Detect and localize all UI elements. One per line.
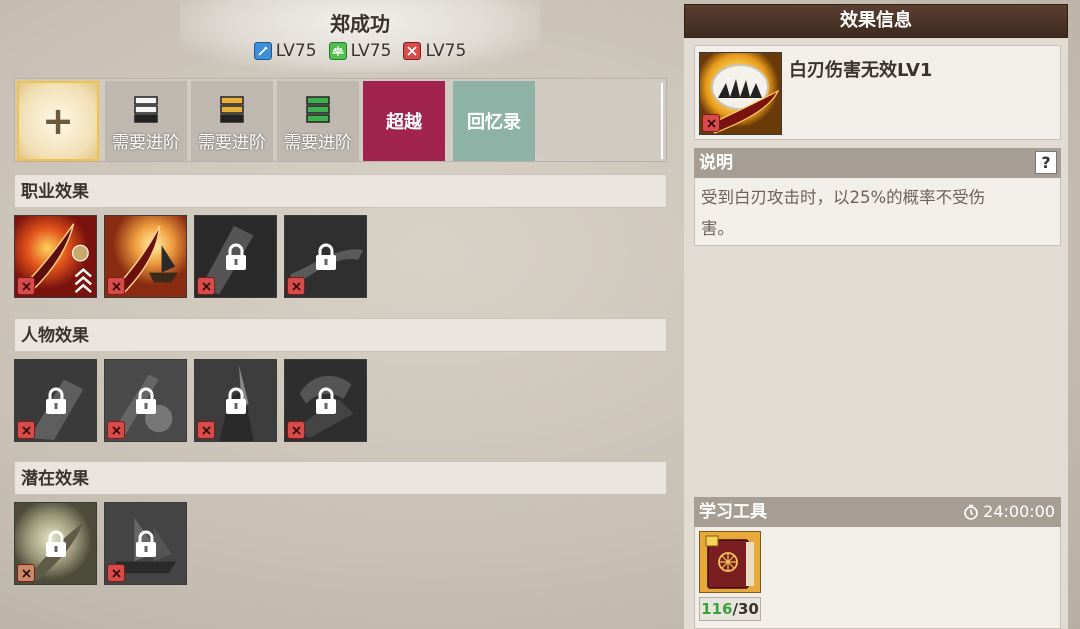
- level-value: LV75: [425, 41, 467, 61]
- crossed-swords-icon: [287, 277, 305, 295]
- advance-slot-3[interactable]: 需要进阶: [277, 81, 359, 161]
- need-advance-label: 需要进阶: [112, 133, 180, 153]
- description-line: 害。: [701, 219, 734, 238]
- character-header: 郑成功 LV75 LV75 LV75: [180, 0, 540, 72]
- lock-icon: [315, 387, 336, 414]
- need-advance-label: 需要进阶: [284, 133, 352, 153]
- skill-slot-job-4-locked[interactable]: [284, 215, 367, 298]
- transcend-label: 超越: [386, 112, 422, 133]
- description-text: 受到白刃攻击时，以25%的概率不受伤 害。: [694, 178, 1061, 246]
- crossed-swords-icon: [17, 564, 35, 582]
- stack-green-icon: [306, 96, 330, 123]
- plus-icon: +: [42, 99, 74, 143]
- timer-value: 24:00:00: [983, 502, 1055, 521]
- description-line: 受到白刃攻击时，以25%的概率不受伤: [701, 188, 986, 207]
- study-tool-item[interactable]: [699, 531, 761, 593]
- description-label: 说明: [699, 153, 733, 173]
- study-tool-label: 学习工具: [699, 502, 767, 522]
- level-crossed-swords: LV75: [403, 41, 466, 61]
- lock-icon: [225, 387, 246, 414]
- crossed-swords-icon: [197, 421, 215, 439]
- effect-info-title: 效果信息: [684, 4, 1068, 38]
- lock-icon: [315, 243, 336, 270]
- skill-slot-job-3-locked[interactable]: [194, 215, 277, 298]
- crossed-swords-icon: [197, 277, 215, 295]
- sword-icon: [253, 42, 272, 60]
- memoir-button[interactable]: 回忆录: [453, 81, 535, 161]
- owned-count: 116: [701, 600, 733, 618]
- advance-slot-1[interactable]: 需要进阶: [105, 81, 187, 161]
- skill-slot-latent-1-locked[interactable]: [14, 502, 97, 585]
- required-count: 30: [737, 600, 759, 618]
- study-tool-header: 学习工具 24:00:00: [694, 497, 1061, 527]
- transcend-button[interactable]: 超越: [363, 81, 445, 161]
- scale-icon: [328, 42, 347, 60]
- need-advance-label: 需要进阶: [198, 133, 266, 153]
- level-value: LV75: [275, 41, 317, 61]
- lock-icon: [45, 387, 66, 414]
- skill-slot-char-2-locked[interactable]: [104, 359, 187, 442]
- skill-slot-char-4-locked[interactable]: [284, 359, 367, 442]
- lock-icon: [135, 530, 156, 557]
- lock-icon: [225, 243, 246, 270]
- lock-icon: [45, 530, 66, 557]
- section-character-effects: 人物效果: [14, 318, 667, 352]
- section-latent-effects: 潜在效果: [14, 461, 667, 495]
- add-slot-button[interactable]: +: [17, 81, 99, 161]
- skill-slot-job-1[interactable]: [14, 215, 97, 298]
- crossed-swords-icon: [17, 421, 35, 439]
- crossed-swords-icon: [702, 114, 720, 132]
- crossed-swords-icon: [107, 277, 125, 295]
- latent-effects-row: [14, 502, 187, 585]
- selected-effect-card: 白刃伤害无效LV1: [694, 45, 1061, 140]
- selected-effect-icon: [699, 52, 782, 135]
- timer: 24:00:00: [963, 497, 1055, 527]
- lock-icon: [135, 387, 156, 414]
- memoir-label: 回忆录: [467, 112, 521, 133]
- advance-button-row: + 需要进阶 需要进阶 需要进阶 超越 回忆录: [14, 78, 667, 162]
- skill-slot-latent-2-locked[interactable]: [104, 502, 187, 585]
- job-effects-row: [14, 215, 367, 298]
- level-scale: LV75: [328, 41, 392, 61]
- description-header: 说明 ?: [694, 148, 1061, 178]
- selected-effect-name: 白刃伤害无效LV1: [789, 60, 933, 81]
- advance-slot-2[interactable]: 需要进阶: [191, 81, 273, 161]
- study-tool-panel: 116/30: [694, 527, 1061, 629]
- level-value: LV75: [350, 41, 392, 61]
- level-sword: LV75: [253, 41, 317, 61]
- book-icon: [700, 532, 760, 592]
- help-button[interactable]: ?: [1035, 151, 1057, 174]
- crossed-swords-icon: [107, 421, 125, 439]
- stack-gold-icon: [220, 96, 244, 123]
- study-tool-count: 116/30: [699, 597, 761, 621]
- clock-icon: [964, 504, 978, 520]
- skill-slot-char-1-locked[interactable]: [14, 359, 97, 442]
- crossed-swords-icon: [287, 421, 305, 439]
- character-effects-row: [14, 359, 367, 442]
- crossed-swords-icon: [17, 277, 35, 295]
- stack-white-icon: [134, 96, 158, 123]
- skill-slot-job-2[interactable]: [104, 215, 187, 298]
- section-job-effects: 职业效果: [14, 174, 667, 208]
- level-list: LV75 LV75 LV75: [180, 41, 540, 61]
- character-name: 郑成功: [330, 12, 390, 36]
- crossed-swords-icon: [403, 42, 422, 60]
- skill-slot-char-3-locked[interactable]: [194, 359, 277, 442]
- crossed-swords-icon: [107, 564, 125, 582]
- scroll-indicator: [661, 83, 663, 159]
